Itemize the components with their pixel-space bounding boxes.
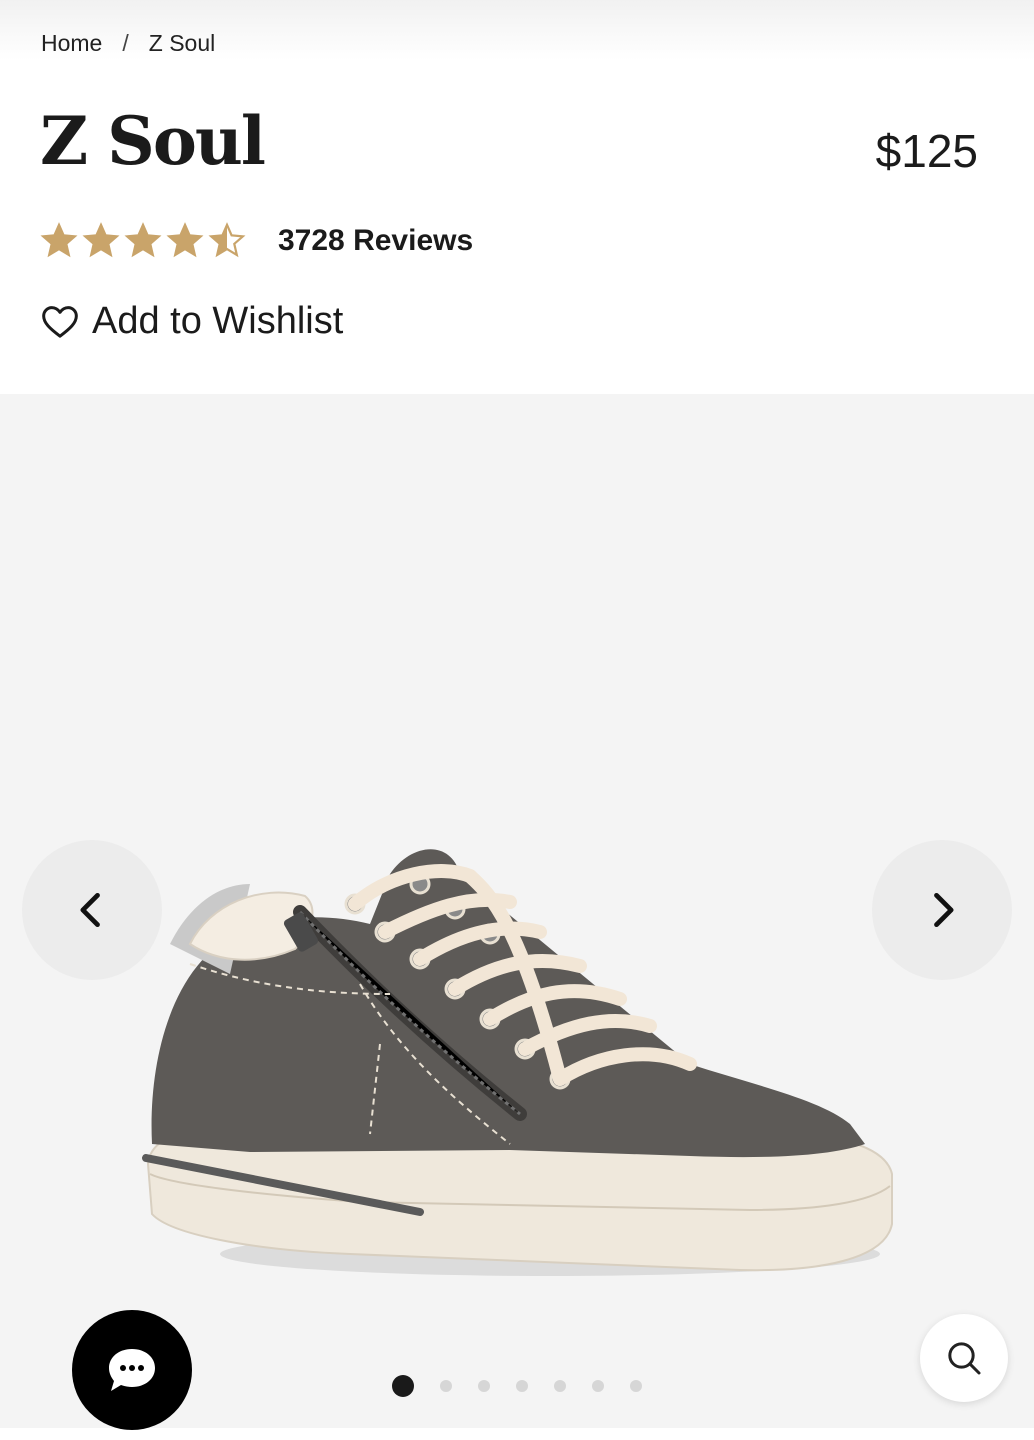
breadcrumb-current: Z Soul xyxy=(148,30,216,56)
pagination-dot[interactable] xyxy=(554,1380,566,1392)
wishlist-label: Add to Wishlist xyxy=(92,300,344,342)
pagination-dot[interactable] xyxy=(392,1375,414,1397)
reviews-link[interactable]: 3728 Reviews xyxy=(278,224,473,258)
chat-button[interactable] xyxy=(72,1310,192,1430)
star-icon xyxy=(40,222,78,258)
add-to-wishlist-button[interactable]: Add to Wishlist xyxy=(40,300,343,343)
heart-icon xyxy=(42,305,78,338)
star-icon xyxy=(124,222,162,258)
pagination-dot[interactable] xyxy=(630,1380,642,1392)
breadcrumb: Home / Z Soul xyxy=(41,30,215,57)
search-icon xyxy=(948,1342,981,1375)
star-icon xyxy=(208,222,246,258)
product-price: $125 xyxy=(875,125,978,177)
product-title: Z Soul xyxy=(40,102,266,180)
rating-stars xyxy=(40,222,246,260)
product-image-gallery[interactable] xyxy=(0,394,1034,1428)
pagination-dot[interactable] xyxy=(592,1380,604,1392)
star-icon xyxy=(166,222,204,258)
chevron-left-icon xyxy=(80,892,100,928)
pagination-dot[interactable] xyxy=(440,1380,452,1392)
next-image-button[interactable] xyxy=(872,840,1012,980)
chat-bubble-icon xyxy=(109,1349,155,1391)
pagination-dot[interactable] xyxy=(516,1380,528,1392)
search-button[interactable] xyxy=(920,1314,1008,1402)
product-image xyxy=(142,849,893,1276)
breadcrumb-separator: / xyxy=(122,30,129,56)
chevron-right-icon xyxy=(934,892,954,928)
breadcrumb-home-link[interactable]: Home xyxy=(41,30,102,57)
product-rating: 3728 Reviews xyxy=(40,222,473,260)
star-icon xyxy=(82,222,120,258)
pagination-dot[interactable] xyxy=(478,1380,490,1392)
